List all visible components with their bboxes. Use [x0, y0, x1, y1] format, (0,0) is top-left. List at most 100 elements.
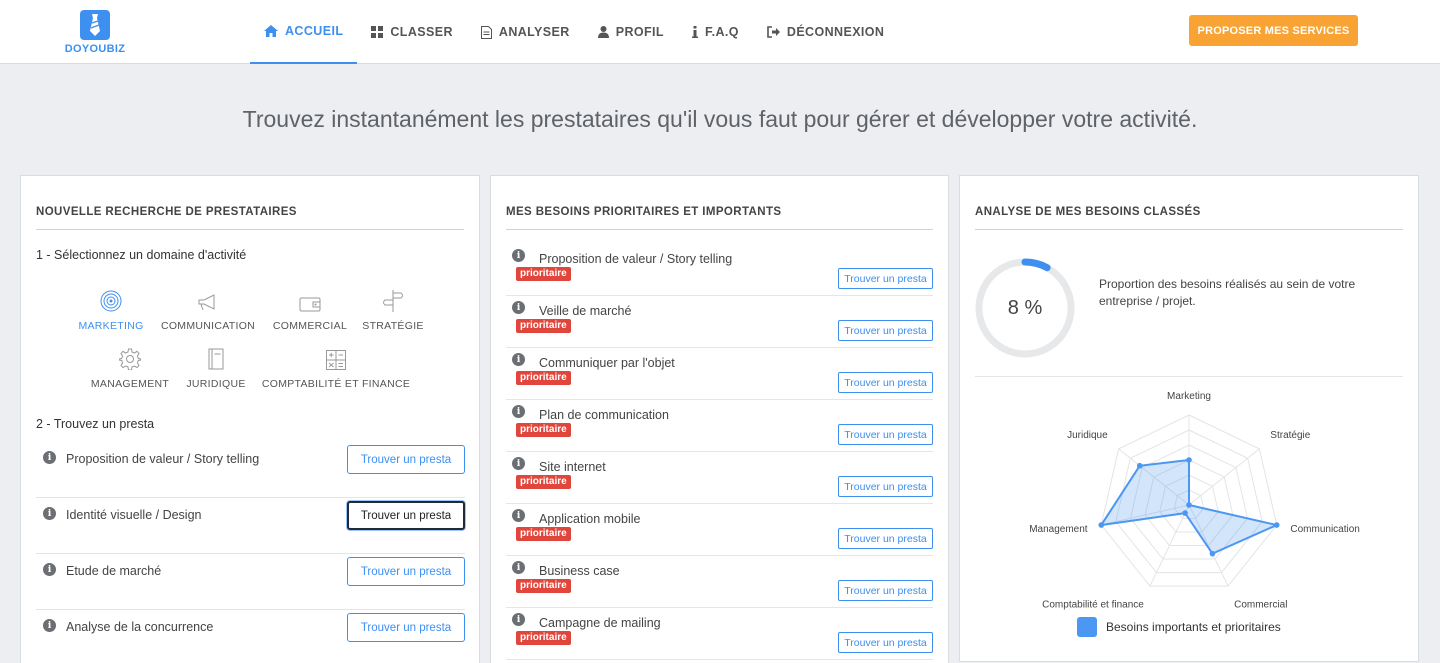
domain-comptabilite[interactable]: COMPTABILITÉ ET FINANCE [257, 348, 415, 390]
domain-management[interactable]: MANAGEMENT [87, 348, 173, 390]
info-icon[interactable]: i [43, 507, 56, 520]
hero-title: Trouvez instantanément les prestataires … [242, 106, 1198, 132]
item-label: Proposition de valeur / Story telling [539, 252, 733, 266]
find-provider-button[interactable]: Trouver un presta [838, 424, 933, 445]
info-icon[interactable]: i [43, 619, 56, 632]
find-provider-button[interactable]: Trouver un presta [838, 580, 933, 601]
info-icon[interactable]: i [512, 353, 525, 366]
domain-label: COMMERCIAL [272, 320, 348, 332]
info-icon[interactable]: i [43, 563, 56, 576]
radar-data-point [1182, 510, 1188, 516]
radar-axis-label: Comptabilité et finance [1042, 600, 1144, 611]
list-item: i Analyse de la concurrence Trouver un p… [36, 610, 465, 663]
nav-profil[interactable]: PROFIL [584, 0, 678, 64]
nav-label: DÉCONNEXION [786, 25, 885, 39]
item-label: Analyse de la concurrence [66, 620, 214, 634]
radar-axis-label: Stratégie [1270, 430, 1310, 441]
radar-axis-label: Juridique [1067, 430, 1108, 441]
info-icon [691, 26, 698, 38]
priority-badge: prioritaire [516, 527, 571, 541]
domain-label: JURIDIQUE [186, 378, 246, 390]
radar-axis-label: Management [1029, 524, 1088, 535]
item-label: Plan de communication [539, 408, 669, 422]
radar-data-point [1209, 550, 1216, 557]
find-provider-button[interactable]: Trouver un presta [838, 372, 933, 393]
progress-value: 8 % [1007, 296, 1043, 319]
find-provider-button[interactable]: Trouver un presta [347, 445, 465, 474]
nav-deconnexion[interactable]: DÉCONNEXION [753, 0, 898, 64]
priority-badge: prioritaire [516, 267, 571, 281]
list-item: i Identité visuelle / Design Trouver un … [36, 498, 465, 554]
list-item: i Plan de communication prioritaire Trou… [506, 400, 933, 452]
item-label: Etude de marché [66, 564, 162, 578]
item-label: Identité visuelle / Design [66, 508, 202, 522]
list-item: i Site internet prioritaire Trouver un p… [506, 452, 933, 504]
divider [975, 376, 1403, 377]
item-label: Site internet [539, 460, 606, 474]
wallet-icon [299, 297, 321, 312]
radar-data-point [1186, 457, 1192, 463]
domain-commercial[interactable]: COMMERCIAL [271, 290, 349, 332]
nav-label: PROFIL [615, 25, 664, 39]
proportion-text: Proportion des besoins réalisés au sein … [1099, 277, 1356, 308]
domain-label: MANAGEMENT [90, 378, 170, 390]
list-item: i Application mobile prioritaire Trouver… [506, 504, 933, 556]
priority-badge: prioritaire [516, 475, 571, 489]
priority-badge: prioritaire [516, 319, 571, 333]
info-icon[interactable]: i [512, 613, 525, 626]
tie-icon [80, 10, 110, 40]
megaphone-icon [198, 294, 215, 311]
info-icon[interactable]: i [512, 561, 525, 574]
find-provider-button[interactable]: Trouver un presta [838, 632, 933, 653]
find-provider-button[interactable]: Trouver un presta [838, 268, 933, 289]
info-icon[interactable]: i [43, 451, 56, 464]
domain-communication[interactable]: COMMUNICATION [158, 290, 258, 332]
search-panel: NOUVELLE RECHERCHE DE PRESTATAIRES 1 - S… [20, 175, 480, 663]
target-icon [100, 290, 122, 312]
grid-icon [371, 26, 384, 38]
item-label: Campagne de mailing [539, 616, 661, 630]
priority-badge: prioritaire [516, 371, 571, 385]
info-icon[interactable]: i [512, 457, 525, 470]
domain-strategie[interactable]: STRATÉGIE [360, 290, 426, 332]
info-icon[interactable]: i [512, 301, 525, 314]
find-provider-button[interactable]: Trouver un presta [838, 320, 933, 341]
find-provider-button[interactable]: Trouver un presta [838, 528, 933, 549]
domain-label: COMPTABILITÉ ET FINANCE [261, 378, 411, 390]
nav-faq[interactable]: F.A.Q [678, 0, 753, 64]
domain-label: STRATÉGIE [362, 320, 424, 332]
calculator-icon [326, 350, 346, 370]
info-icon[interactable]: i [512, 509, 525, 522]
nav-analyser[interactable]: ANALYSER [467, 0, 584, 64]
propose-services-button[interactable]: PROPOSER MES SERVICES [1189, 15, 1358, 46]
find-provider-button[interactable]: Trouver un presta [347, 613, 465, 642]
analysis-panel: ANALYSE DE MES BESOINS CLASSÉS 8 % Propo… [959, 175, 1419, 662]
chart-legend[interactable]: Besoins importants et prioritaires [1077, 617, 1281, 637]
legend-label: Besoins importants et prioritaires [1106, 620, 1281, 634]
radar-axis-label: Commercial [1234, 600, 1287, 611]
info-icon[interactable]: i [512, 249, 525, 262]
signpost-icon [383, 290, 403, 312]
brand-logo[interactable]: DOYOUBIZ [62, 10, 128, 55]
find-provider-button[interactable]: Trouver un presta [838, 476, 933, 497]
list-item: i Campagne de mailing prioritaire Trouve… [506, 608, 933, 660]
list-item: i Proposition de valeur / Story telling … [506, 244, 933, 296]
step-2-label: 2 - Trouvez un presta [36, 417, 155, 431]
priority-badge: prioritaire [516, 579, 571, 593]
nav-classer[interactable]: CLASSER [357, 0, 467, 64]
info-icon[interactable]: i [512, 405, 525, 418]
domain-marketing[interactable]: MARKETING [78, 290, 144, 332]
domain-juridique[interactable]: JURIDIQUE [181, 348, 251, 390]
legend-swatch [1077, 617, 1097, 637]
divider [975, 229, 1403, 230]
list-item: i Veille de marché prioritaire Trouver u… [506, 296, 933, 348]
domain-label: MARKETING [78, 320, 144, 332]
nav-accueil[interactable]: ACCUEIL [250, 0, 358, 64]
find-provider-button[interactable]: Trouver un presta [347, 557, 465, 586]
radar-data-point [1136, 462, 1143, 469]
step-1-label: 1 - Sélectionnez un domaine d'activité [36, 248, 247, 262]
radar-axis [1188, 448, 1260, 506]
radar-chart: Marketing Stratégie Communication Commercia… [1029, 391, 1360, 611]
find-provider-button[interactable]: Trouver un presta [347, 501, 465, 530]
book-icon [208, 348, 224, 370]
